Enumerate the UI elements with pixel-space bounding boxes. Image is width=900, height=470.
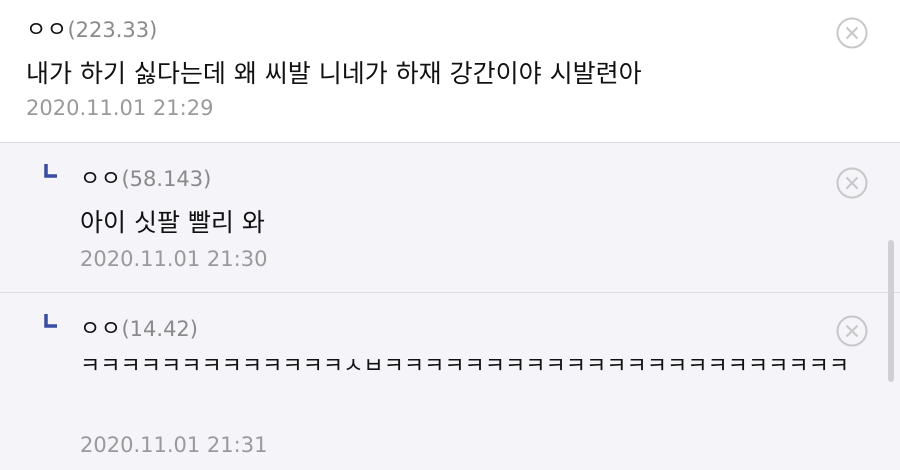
circle-x-icon[interactable] [836, 315, 868, 347]
comment-header: ㅇㅇ(14.42) [80, 311, 198, 343]
comment-text: 아이 싯팔 빨리 와 [80, 208, 265, 237]
comment-text: ㅋㅋㅋㅋㅋㅋㅋㅋㅋㅋㅋㅋㅋㅅㅂㅋㅋㅋㅋㅋㅋㅋㅋㅋㅋㅋㅋㅋㅋㅋㅋㅋㅋㅋㅋㅋㅋㅋ [80, 354, 850, 379]
reply-item: ㅇㅇ(58.143) 아이 싯팔 빨리 와 2020.11.01 21:30 [0, 142, 900, 292]
circle-x-icon[interactable] [836, 167, 868, 199]
reply-item: ㅇㅇ(14.42) ㅋㅋㅋㅋㅋㅋㅋㅋㅋㅋㅋㅋㅋㅅㅂㅋㅋㅋㅋㅋㅋㅋㅋㅋㅋㅋㅋㅋㅋㅋ… [0, 292, 900, 470]
comment-ip: (58.143) [121, 167, 212, 191]
comment-date: 2020.11.01 21:30 [80, 247, 268, 271]
comment-header: ㅇㅇ(223.33) [26, 12, 157, 44]
comment-text: 내가 하기 싫다는데 왜 씨발 니네가 하재 강간이야 시발련아 [26, 59, 642, 88]
reply-corner-icon [44, 164, 57, 178]
comment-header: ㅇㅇ(58.143) [80, 161, 211, 193]
comment-nickname[interactable]: ㅇㅇ [26, 18, 67, 43]
reply-corner-icon [44, 314, 57, 328]
comment-ip: (14.42) [121, 317, 198, 341]
comment-date: 2020.11.01 21:31 [80, 433, 268, 457]
circle-x-icon[interactable] [836, 17, 868, 49]
comment-ip: (223.33) [67, 18, 158, 42]
comment-list: ㅇㅇ(223.33) 내가 하기 싫다는데 왜 씨발 니네가 하재 강간이야 시… [0, 0, 900, 470]
comment-item: ㅇㅇ(223.33) 내가 하기 싫다는데 왜 씨발 니네가 하재 강간이야 시… [0, 0, 900, 142]
comment-nickname[interactable]: ㅇㅇ [80, 317, 121, 342]
comment-date: 2020.11.01 21:29 [26, 96, 214, 120]
scrollbar[interactable] [888, 240, 894, 382]
comment-nickname[interactable]: ㅇㅇ [80, 167, 121, 192]
